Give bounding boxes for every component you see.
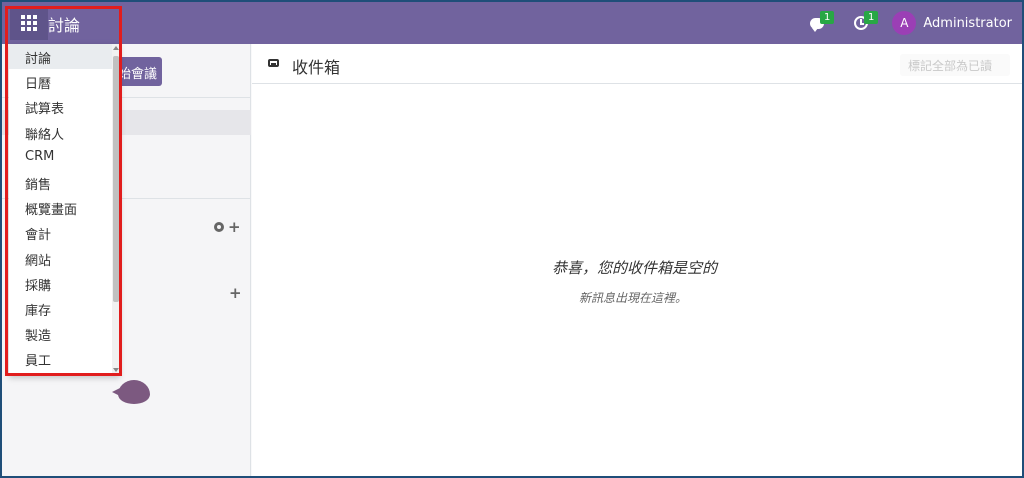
app-window: 討論 1 1 A Administrator 始會議 + + 收件箱 標記全部為…	[0, 0, 1024, 478]
app-menu-item[interactable]: 概覽畫面	[9, 195, 112, 220]
app-menu-item[interactable]: 庫存	[9, 296, 112, 321]
empty-inbox-title: 恭喜，您的收件箱是空的	[552, 259, 718, 277]
speech-bubble-icon	[112, 380, 150, 404]
app-menu-item[interactable]: 銷售	[9, 170, 112, 195]
top-navbar: 討論 1 1 A Administrator	[2, 2, 1022, 44]
gear-icon[interactable]	[214, 222, 224, 232]
scroll-up-icon[interactable]	[113, 46, 119, 50]
activity-menu[interactable]: 1	[844, 2, 879, 44]
avatar: A	[892, 11, 917, 35]
direct-messages-tools: +	[229, 284, 242, 302]
app-menu-item[interactable]: 網站	[9, 246, 112, 271]
messages-badge: 1	[820, 11, 835, 24]
main-header: 收件箱 標記全部為已讀	[252, 44, 1022, 84]
app-menu-item[interactable]: CRM	[9, 145, 112, 170]
activities-badge: 1	[864, 11, 879, 24]
main-content: 收件箱 標記全部為已讀 恭喜，您的收件箱是空的 新訊息出現在這裡。	[252, 44, 1022, 476]
scroll-down-icon[interactable]	[113, 368, 119, 372]
user-name: Administrator	[923, 15, 1012, 31]
apps-grid-icon	[21, 15, 37, 31]
mark-all-read-button[interactable]: 標記全部為已讀	[900, 54, 1010, 76]
app-dropdown-menu: 討論 日曆 試算表 聯絡人 CRM 銷售 概覽畫面 會計 網站 採購 庫存 製造…	[9, 44, 120, 376]
app-menu-button[interactable]	[10, 6, 48, 40]
channels-tools: +	[214, 218, 241, 236]
app-menu-item[interactable]: 會計	[9, 220, 112, 245]
app-menu-item[interactable]: 採購	[9, 271, 112, 296]
page-title: 收件箱	[292, 58, 341, 77]
current-app-name[interactable]: 討論	[48, 12, 80, 36]
navbar-systray: 1 1 A Administrator	[800, 2, 1012, 44]
app-menu-item[interactable]: 日曆	[9, 69, 112, 94]
messaging-menu[interactable]: 1	[800, 2, 835, 44]
inbox-icon	[268, 59, 279, 67]
add-channel-icon[interactable]: +	[228, 218, 241, 236]
scroll-thumb[interactable]	[113, 56, 119, 302]
app-menu-item[interactable]: 製造	[9, 321, 112, 346]
empty-inbox-subtitle: 新訊息出現在這裡。	[579, 291, 688, 305]
user-menu[interactable]: A Administrator	[892, 2, 1012, 44]
app-menu-item[interactable]: 討論	[9, 44, 112, 70]
app-menu-item[interactable]: 聯絡人	[9, 120, 112, 145]
dropdown-scrollbar[interactable]	[112, 44, 120, 376]
app-menu-item[interactable]: 試算表	[9, 94, 112, 119]
app-menu-item[interactable]: 員工	[9, 346, 112, 371]
add-chat-icon[interactable]: +	[229, 284, 242, 302]
app-menu-list: 討論 日曆 試算表 聯絡人 CRM 銷售 概覽畫面 會計 網站 採購 庫存 製造…	[9, 44, 120, 371]
